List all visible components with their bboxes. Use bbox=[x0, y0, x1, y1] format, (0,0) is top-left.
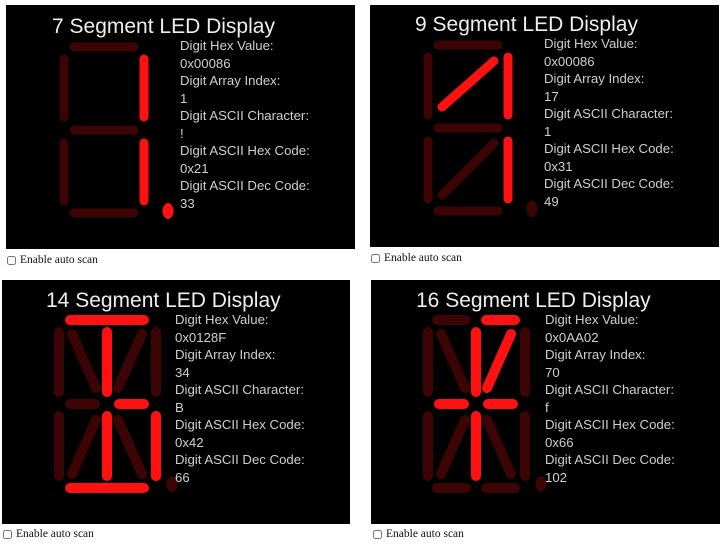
auto-scan-label: Enable auto scan bbox=[384, 252, 462, 264]
array-index-label: Digit Array Index: bbox=[175, 347, 276, 362]
ascii-dec-label: Digit ASCII Dec Code: bbox=[545, 452, 675, 467]
auto-scan-label: Enable auto scan bbox=[16, 528, 94, 540]
auto-scan-toggle[interactable]: Enable auto scan bbox=[3, 528, 94, 540]
hex-value: 0x0AA02 bbox=[545, 329, 599, 345]
array-index-label: Digit Array Index: bbox=[544, 71, 645, 86]
auto-scan-label: Enable auto scan bbox=[386, 528, 464, 540]
auto-scan-checkbox[interactable] bbox=[373, 529, 382, 539]
segment-decimal-point bbox=[162, 203, 174, 219]
auto-scan-label: Enable auto scan bbox=[20, 254, 98, 266]
ascii-char-label: Digit ASCII Character: bbox=[180, 108, 309, 123]
segment-diag_tr bbox=[482, 329, 516, 393]
segment-diag_bl bbox=[436, 415, 470, 479]
auto-scan-checkbox[interactable] bbox=[371, 253, 380, 263]
ascii-char-label: Digit ASCII Character: bbox=[544, 106, 673, 121]
hex-value: 0x00086 bbox=[180, 55, 231, 71]
auto-scan-toggle[interactable]: Enable auto scan bbox=[7, 254, 98, 266]
segment-d3 bbox=[67, 415, 101, 479]
ascii-hex-value: 0x66 bbox=[545, 434, 574, 450]
ascii-hex-label: Digit ASCII Hex Code: bbox=[175, 417, 305, 432]
ascii-hex-value: 0x21 bbox=[180, 160, 209, 176]
array-index-value: 17 bbox=[544, 88, 559, 104]
digit-info: Digit Hex Value: 0x0128F Digit Array Ind… bbox=[175, 311, 305, 486]
array-index-label: Digit Array Index: bbox=[180, 73, 281, 88]
hex-value: 0x00086 bbox=[544, 53, 595, 69]
hex-value-label: Digit Hex Value: bbox=[180, 38, 274, 53]
ascii-char-label: Digit ASCII Character: bbox=[175, 382, 304, 397]
digit-info: Digit Hex Value: 0x00086 Digit Array Ind… bbox=[544, 35, 674, 210]
segment-diag_br bbox=[482, 415, 516, 479]
ascii-hex-label: Digit ASCII Hex Code: bbox=[544, 141, 674, 156]
hex-value: 0x0128F bbox=[175, 329, 227, 345]
seven-segment-digit bbox=[59, 42, 174, 219]
panel-title: 16 Segment LED Display bbox=[416, 289, 651, 312]
panel-title: 14 Segment LED Display bbox=[46, 289, 281, 312]
ascii-char-value: f bbox=[545, 399, 549, 415]
ascii-dec-label: Digit ASCII Dec Code: bbox=[544, 176, 674, 191]
digit-info: Digit Hex Value: 0x0AA02 Digit Array Ind… bbox=[545, 311, 675, 486]
nine-segment-digit bbox=[423, 40, 538, 217]
auto-scan-checkbox[interactable] bbox=[7, 255, 16, 265]
segment-d2 bbox=[113, 329, 147, 393]
hex-value-label: Digit Hex Value: bbox=[175, 312, 269, 327]
nine-segment-panel: 9 Segment LED Display Digit Hex Value: 0… bbox=[370, 5, 719, 247]
ascii-dec-value: 102 bbox=[545, 469, 568, 485]
ascii-dec-value: 49 bbox=[544, 193, 559, 209]
ascii-hex-value: 0x42 bbox=[175, 434, 204, 450]
ascii-hex-label: Digit ASCII Hex Code: bbox=[545, 417, 675, 432]
ascii-hex-value: 0x31 bbox=[544, 158, 573, 174]
auto-scan-toggle[interactable]: Enable auto scan bbox=[373, 528, 464, 540]
panel-title: 7 Segment LED Display bbox=[52, 15, 275, 38]
ascii-char-value: B bbox=[175, 399, 184, 415]
auto-scan-checkbox[interactable] bbox=[3, 529, 12, 539]
ascii-dec-value: 66 bbox=[175, 469, 190, 485]
hex-value-label: Digit Hex Value: bbox=[545, 312, 639, 327]
ascii-dec-label: Digit ASCII Dec Code: bbox=[175, 452, 305, 467]
segment-d1 bbox=[67, 329, 101, 393]
fourteen-segment-digit bbox=[54, 315, 178, 493]
segment-diag_lower bbox=[437, 138, 499, 200]
array-index-value: 34 bbox=[175, 364, 190, 380]
segment-diag_bl_up bbox=[437, 56, 499, 112]
ascii-dec-value: 33 bbox=[180, 195, 195, 211]
fourteen-segment-panel: 14 Segment LED Display Digit Hex Value: … bbox=[2, 280, 350, 524]
ascii-hex-label: Digit ASCII Hex Code: bbox=[180, 143, 310, 158]
sixteen-segment-digit bbox=[423, 315, 547, 493]
segment-d4 bbox=[113, 415, 147, 479]
digit-info: Digit Hex Value: 0x00086 Digit Array Ind… bbox=[180, 37, 310, 212]
ascii-dec-label: Digit ASCII Dec Code: bbox=[180, 178, 310, 193]
auto-scan-toggle[interactable]: Enable auto scan bbox=[371, 252, 462, 264]
array-index-value: 1 bbox=[180, 90, 188, 106]
ascii-char-value: 1 bbox=[544, 123, 552, 139]
ascii-char-value: ! bbox=[180, 125, 184, 141]
array-index-value: 70 bbox=[545, 364, 560, 380]
array-index-label: Digit Array Index: bbox=[545, 347, 646, 362]
sixteen-segment-panel: 16 Segment LED Display Digit Hex Value: … bbox=[371, 280, 720, 524]
panel-title: 9 Segment LED Display bbox=[415, 13, 638, 36]
seven-segment-panel: 7 Segment LED Display Digit Hex Value: 0… bbox=[6, 5, 355, 249]
segment-diag_tl bbox=[436, 329, 470, 393]
hex-value-label: Digit Hex Value: bbox=[544, 36, 638, 51]
ascii-char-label: Digit ASCII Character: bbox=[545, 382, 674, 397]
segment-decimal-point bbox=[526, 201, 538, 217]
